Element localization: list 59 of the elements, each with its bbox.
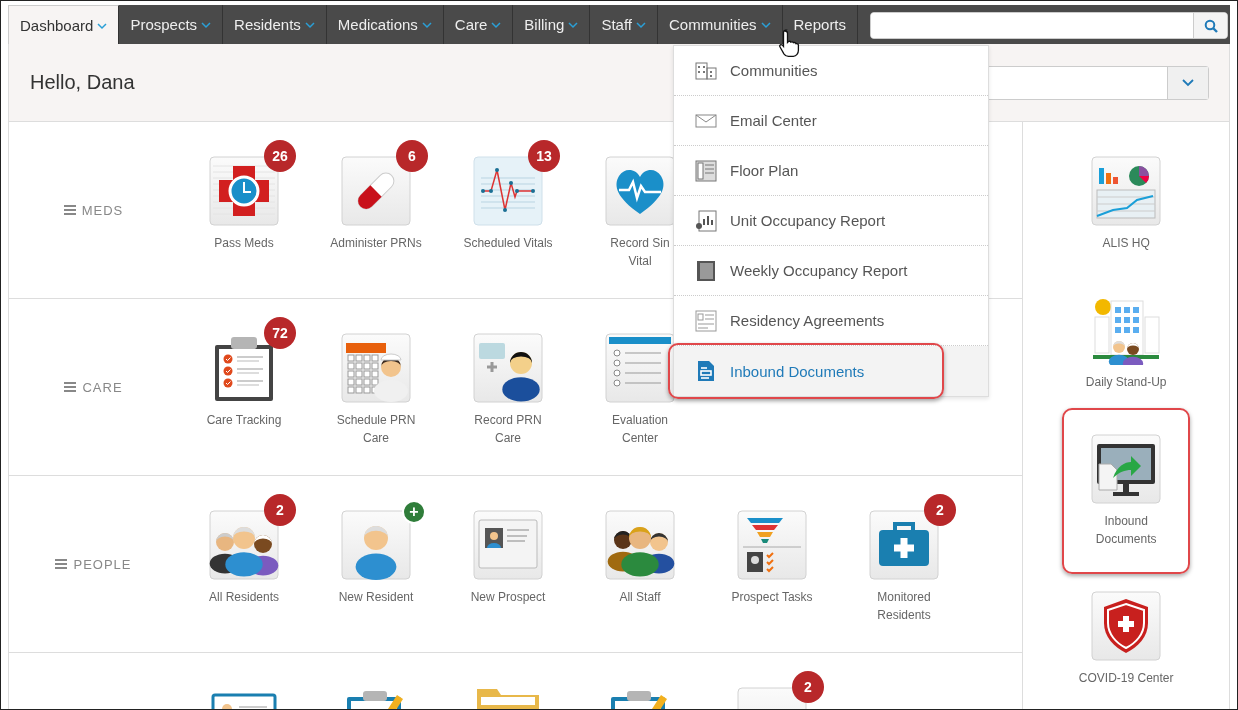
dashboard-tile[interactable]: Record PRN Care (473, 333, 543, 447)
dashboard-tile[interactable]: Inbound Documents (1062, 408, 1191, 574)
dropdown-button[interactable] (1167, 66, 1208, 99)
dashboard-tile[interactable]: New Prospect (470, 510, 546, 606)
chevron-down-icon (636, 22, 646, 29)
chevron-down-icon (97, 22, 108, 30)
count-badge: 2 (264, 494, 296, 526)
count-badge: 2 (792, 671, 824, 703)
dashboard-tile[interactable]: Schedule PRN Care (336, 333, 416, 447)
report-icon (694, 208, 718, 233)
section-label: MEDS (81, 202, 124, 218)
section-label: CARE (82, 379, 123, 395)
nav-tab[interactable]: Dashboard (8, 5, 120, 44)
menu-item[interactable]: Residency Agreements (674, 296, 988, 346)
menu-icon (63, 205, 76, 215)
menu-icon (64, 382, 77, 392)
chevron-down-icon (491, 22, 502, 29)
dashboard-tile[interactable]: ALIS HQ (1091, 156, 1162, 252)
count-badge: 6 (396, 140, 428, 172)
menu-item[interactable]: Inbound Documents (674, 346, 988, 396)
count-badge: 72 (264, 317, 296, 349)
chevron-down-icon (421, 22, 432, 29)
monitor-upload-icon (1091, 434, 1162, 504)
people-group-icon (605, 510, 675, 580)
search-button[interactable] (1193, 13, 1227, 38)
contact-card-icon (473, 510, 543, 580)
dashboard-tile[interactable]: Daily Stand-Up (1085, 295, 1167, 391)
person-icon (341, 510, 411, 580)
search-icon (1203, 18, 1218, 33)
chevron-down-icon (201, 22, 212, 29)
menu-item[interactable]: Communities (674, 46, 988, 96)
chevron-down-icon (760, 22, 771, 29)
chevron-down-icon (1182, 78, 1194, 87)
dashboard-tile[interactable]: Record Sin Vital (605, 156, 675, 270)
notebook-icon (694, 258, 718, 283)
care-monitor-person-icon (473, 333, 543, 403)
dashboard-tile[interactable]: COVID-19 Center (1078, 591, 1174, 687)
dashboard-tile[interactable]: All Staff (605, 510, 675, 606)
chevron-down-icon (568, 22, 579, 29)
floor-plan-icon (694, 158, 718, 183)
menu-item[interactable]: Floor Plan (674, 146, 988, 196)
funnel-tasks-icon (737, 510, 807, 580)
greeting: Hello, Dana (30, 71, 135, 94)
agreement-icon (694, 308, 718, 333)
count-badge: 13 (528, 140, 560, 172)
charts-icon (1091, 156, 1162, 226)
menu-item[interactable]: Email Center (674, 96, 988, 146)
calendar-person-icon (341, 333, 411, 403)
shield-cross-icon (1091, 591, 1162, 661)
count-badge: + (402, 500, 426, 524)
count-badge: 26 (264, 140, 296, 172)
menu-item[interactable]: Unit Occupancy Report (674, 196, 988, 246)
search-field[interactable] (870, 12, 1228, 39)
dashboard-tile[interactable]: Prospect Tasks (731, 510, 813, 606)
chevron-down-icon (304, 22, 315, 29)
count-badge: 2 (924, 494, 956, 526)
menu-icon (55, 559, 68, 569)
menu-item[interactable]: Weekly Occupancy Report (674, 246, 988, 296)
section-label: PEOPLE (73, 556, 132, 572)
